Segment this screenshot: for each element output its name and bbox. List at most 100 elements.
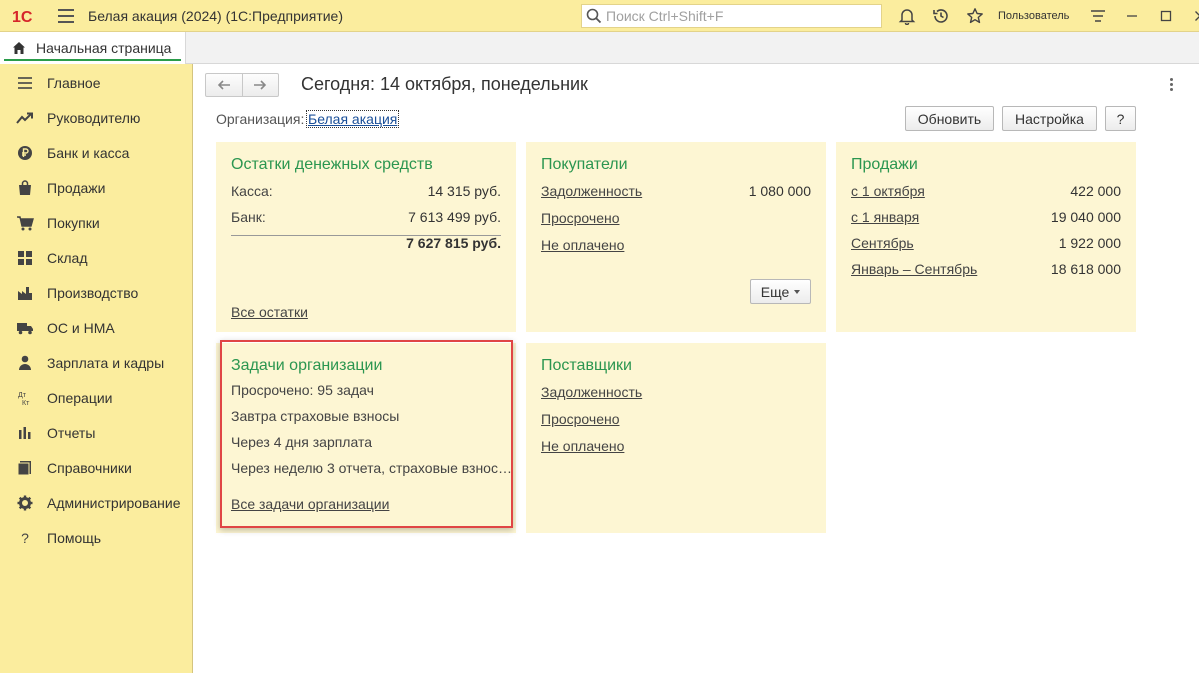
buyers-overdue-link[interactable]: Просрочено bbox=[541, 210, 620, 226]
settings-lines-icon[interactable] bbox=[1081, 0, 1115, 32]
main-content: Сегодня: 14 октября, понедельник Организ… bbox=[193, 64, 1199, 673]
suppliers-overdue-link[interactable]: Просрочено bbox=[541, 411, 620, 427]
truck-icon bbox=[16, 319, 34, 337]
sidebar-item-reports[interactable]: Отчеты bbox=[0, 415, 192, 450]
suppliers-row: Просрочено bbox=[541, 411, 811, 431]
bell-icon[interactable] bbox=[890, 0, 924, 32]
total-value: 7 627 815 руб. bbox=[406, 235, 501, 251]
tab-home[interactable]: Начальная страница bbox=[0, 32, 186, 64]
sidebar-item-label: ОС и НМА bbox=[47, 319, 115, 336]
sidebar-item-label: Администрирование bbox=[47, 494, 181, 511]
search-box[interactable] bbox=[581, 4, 882, 28]
forward-arrow-icon[interactable] bbox=[241, 74, 279, 96]
task-row: Через неделю 3 отчета, страховые взнос… bbox=[231, 460, 512, 480]
back-arrow-icon[interactable] bbox=[206, 74, 242, 96]
sidebar-item-purchases[interactable]: Покупки bbox=[0, 205, 192, 240]
sidebar-item-admin[interactable]: Администрирование bbox=[0, 485, 192, 520]
close-icon[interactable] bbox=[1183, 0, 1199, 32]
sales-period-link[interactable]: Сентябрь bbox=[851, 235, 914, 251]
sidebar-item-production[interactable]: Производство bbox=[0, 275, 192, 310]
page-title: Сегодня: 14 октября, понедельник bbox=[301, 74, 588, 94]
more-actions-icon[interactable] bbox=[1163, 76, 1179, 92]
row-value: 14 315 руб. bbox=[427, 183, 501, 199]
buyers-unpaid-link[interactable]: Не оплачено bbox=[541, 237, 624, 253]
cash-balance-card: Остатки денежных средств Касса: 14 315 р… bbox=[216, 142, 516, 332]
sidebar-item-operations[interactable]: Дт Кт Операции bbox=[0, 380, 192, 415]
shopping-bag-icon bbox=[16, 179, 34, 197]
card-title: Продажи bbox=[851, 156, 918, 173]
chevron-down-icon bbox=[794, 289, 801, 294]
minimize-icon[interactable] bbox=[1115, 0, 1149, 32]
buyers-row: Задолженность 1 080 000 bbox=[541, 183, 811, 203]
suppliers-debt-link[interactable]: Задолженность bbox=[541, 384, 642, 400]
sidebar-item-sales[interactable]: Продажи bbox=[0, 170, 192, 205]
tasks-overdue[interactable]: Просрочено: 95 задач bbox=[231, 382, 374, 398]
sidebar-item-label: Руководителю bbox=[47, 109, 141, 126]
card-title: Задачи организации bbox=[231, 357, 383, 374]
sidebar-item-assets[interactable]: ОС и НМА bbox=[0, 310, 192, 345]
organization-link[interactable]: Белая акация bbox=[306, 110, 400, 128]
app-title: Белая акация (2024) (1С:Предприятие) bbox=[88, 7, 344, 24]
maximize-icon[interactable] bbox=[1149, 0, 1183, 32]
bar-chart-icon bbox=[16, 424, 34, 442]
card-title: Поставщики bbox=[541, 357, 632, 374]
search-input[interactable] bbox=[606, 8, 876, 24]
sales-period-link[interactable]: с 1 января bbox=[851, 209, 919, 225]
tasks-in-week[interactable]: Через неделю 3 отчета, страховые взнос… bbox=[231, 460, 512, 476]
sidebar: Главное Руководителю Банк и касса Продаж… bbox=[0, 64, 193, 673]
suppliers-unpaid-link[interactable]: Не оплачено bbox=[541, 438, 624, 454]
title-bar: 1С Белая акация (2024) (1С:Предприятие) … bbox=[0, 0, 1199, 32]
all-balances-link[interactable]: Все остатки bbox=[231, 304, 308, 320]
sidebar-item-warehouse[interactable]: Склад bbox=[0, 240, 192, 275]
warehouse-icon bbox=[16, 249, 34, 267]
row-value: 1 922 000 bbox=[1058, 235, 1121, 251]
refresh-button[interactable]: Обновить bbox=[905, 106, 994, 131]
buyers-row: Просрочено bbox=[541, 210, 811, 230]
sales-period-link[interactable]: с 1 октября bbox=[851, 183, 925, 199]
sidebar-item-catalogs[interactable]: Справочники bbox=[0, 450, 192, 485]
settings-button[interactable]: Настройка bbox=[1002, 106, 1097, 131]
total-row: 7 627 815 руб. bbox=[231, 235, 501, 255]
tasks-tomorrow[interactable]: Завтра страховые взносы bbox=[231, 408, 399, 424]
sidebar-item-bank[interactable]: Банк и касса bbox=[0, 135, 192, 170]
sidebar-item-label: Покупки bbox=[47, 214, 100, 231]
1c-logo[interactable]: 1С bbox=[12, 6, 44, 26]
tab-bar: Начальная страница bbox=[0, 32, 1199, 64]
suppliers-row: Задолженность bbox=[541, 384, 811, 404]
buyers-card: Покупатели Задолженность 1 080 000 Проср… bbox=[526, 142, 826, 332]
help-button[interactable]: ? bbox=[1105, 106, 1136, 131]
sidebar-item-main[interactable]: Главное bbox=[0, 65, 192, 100]
tasks-in-4-days[interactable]: Через 4 дня зарплата bbox=[231, 434, 372, 450]
sales-period-link[interactable]: Январь – Сентябрь bbox=[851, 261, 977, 277]
search-icon bbox=[586, 8, 602, 24]
sidebar-item-salary[interactable]: Зарплата и кадры bbox=[0, 345, 192, 380]
sidebar-item-label: Операции bbox=[47, 389, 113, 406]
more-button[interactable]: Еще bbox=[750, 279, 811, 304]
suppliers-row: Не оплачено bbox=[541, 438, 811, 458]
star-icon[interactable] bbox=[958, 0, 992, 32]
home-icon bbox=[13, 42, 25, 54]
task-row: Просрочено: 95 задач bbox=[231, 382, 501, 402]
row-label: Касса: bbox=[231, 183, 273, 199]
buyers-debt-link[interactable]: Задолженность bbox=[541, 183, 642, 199]
sidebar-item-label: Главное bbox=[47, 74, 101, 91]
sidebar-item-label: Помощь bbox=[47, 529, 102, 546]
user-name[interactable]: Пользователь bbox=[998, 10, 1069, 22]
task-row: Завтра страховые взносы bbox=[231, 408, 501, 428]
factory-icon bbox=[16, 284, 34, 302]
row-value: 1 080 000 bbox=[748, 183, 811, 199]
sidebar-item-manager[interactable]: Руководителю bbox=[0, 100, 192, 135]
person-icon bbox=[16, 354, 34, 372]
cash-row: Касса: 14 315 руб. bbox=[231, 183, 501, 203]
card-title: Покупатели bbox=[541, 156, 628, 173]
trend-up-icon bbox=[16, 109, 34, 127]
history-navigation bbox=[205, 73, 279, 97]
task-row: Через 4 дня зарплата bbox=[231, 434, 501, 454]
sales-row: Январь – Сентябрь 18 618 000 bbox=[851, 261, 1121, 281]
bank-row: Банк: 7 613 499 руб. bbox=[231, 209, 501, 229]
main-menu-icon[interactable] bbox=[58, 8, 74, 23]
sidebar-item-help[interactable]: ? Помощь bbox=[0, 520, 192, 555]
history-icon[interactable] bbox=[924, 0, 958, 32]
all-tasks-link[interactable]: Все задачи организации bbox=[231, 496, 389, 512]
all-tasks-row: Все задачи организации bbox=[231, 496, 501, 516]
